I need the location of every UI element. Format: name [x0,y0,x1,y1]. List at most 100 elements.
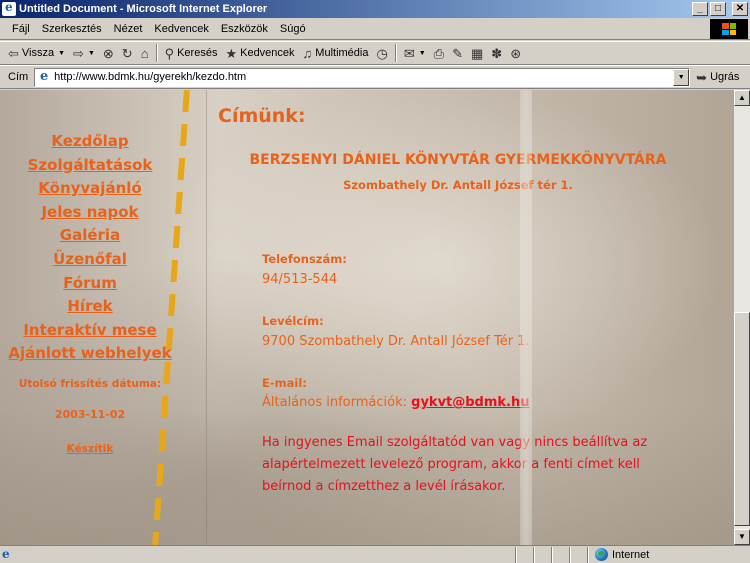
menu-help[interactable]: Súgó [274,23,312,35]
mail-dropdown-icon[interactable]: ▼ [419,50,426,57]
history-button[interactable]: ◷ [372,43,391,63]
search-icon: ⚲ [164,45,175,61]
nav-link-gallery[interactable]: Galéria [0,224,180,248]
status-privacy-pane [570,546,588,563]
menu-tools[interactable]: Eszközök [215,23,274,35]
nav-link-services[interactable]: Szolgáltatások [0,154,180,178]
research-button[interactable]: ⊛ [506,43,525,63]
nav-link-message-board[interactable]: Üzenőfal [0,248,180,272]
back-button[interactable]: ⇦ Vissza ▼ [4,43,69,63]
windows-flag-icon [722,23,736,35]
home-button[interactable]: ⌂ [137,43,153,63]
stop-button[interactable]: ⊗ [99,43,118,63]
background-column-divider [206,90,207,545]
toolbar-separator [394,44,397,62]
address-label: Cím [8,71,29,83]
forward-arrow-icon: ⇨ [73,45,84,61]
page-icon: e [40,69,49,84]
security-zone-label: Internet [612,548,650,561]
credits-link[interactable]: Készítik [0,441,180,457]
status-text-pane: e [0,546,516,563]
close-button[interactable]: ✕ [732,2,748,16]
vertical-scrollbar[interactable]: ▲ ▼ [734,90,750,545]
stop-icon: ⊗ [102,45,114,61]
last-updated-label: Utolsó frissítés dátuma: [18,377,162,390]
security-zone: Internet [588,546,650,563]
address-dropdown-icon[interactable]: ▼ [673,68,690,86]
scroll-down-button[interactable]: ▼ [734,529,750,545]
menu-edit[interactable]: Szerkesztés [36,23,108,35]
favorites-label: Kedvencek [240,47,295,59]
media-icon: ♫ [302,45,313,61]
refresh-icon: ↻ [121,45,133,61]
favorites-folder-icon: ★ [225,45,238,61]
windows-logo-throbber [710,19,748,39]
back-dropdown-icon[interactable]: ▼ [58,50,65,57]
title-bar: Untitled Document - Microsoft Internet E… [0,0,750,18]
menu-file[interactable]: Fájl [6,23,36,35]
email-info-prefix: Általános információk: [262,395,407,410]
menu-bar: Fájl Szerkesztés Nézet Kedvencek Eszközö… [0,18,750,40]
phone-label: Telefonszám: [262,252,347,266]
nav-link-forum[interactable]: Fórum [0,272,180,296]
scroll-up-button[interactable]: ▲ [734,90,750,106]
print-button[interactable]: ⎙ [430,43,448,63]
address-field[interactable]: e ▼ [34,67,691,87]
search-button[interactable]: ⚲ Keresés [161,43,222,63]
minimize-button[interactable]: _ [692,2,708,16]
nav-link-book-recommendations[interactable]: Könyvajánló [0,177,180,201]
favorites-button[interactable]: ★ Kedvencek [221,43,298,63]
url-input[interactable] [54,71,665,83]
edit-button[interactable]: ✎ [448,43,467,63]
email-notice: Ha ingyenes Email szolgáltatód van vagy … [262,435,648,494]
forward-button[interactable]: ⇨ ▼ [69,43,99,63]
search-label: Keresés [177,47,218,59]
internet-globe-icon [595,548,608,561]
status-bar: e Internet [0,545,750,563]
forward-dropdown-icon[interactable]: ▼ [88,50,95,57]
messenger-icon: ✽ [491,45,503,61]
last-updated-date: 2003-11-02 [54,407,126,421]
media-label: Multimédia [315,47,369,59]
window-controls: _ □ ✕ [692,2,748,16]
scroll-thumb[interactable] [734,312,750,526]
go-arrow-icon: ➥ [696,69,708,85]
print-icon: ⎙ [433,45,445,61]
media-button[interactable]: ♫ Multimédia [299,43,373,63]
status-progress-pane [516,546,534,563]
toolbar-separator [155,44,158,62]
address-bar: Cím e ▼ ➥ Ugrás [0,65,750,89]
go-label: Ugrás [710,71,740,83]
edit-icon: ✎ [452,45,463,61]
window-title: Untitled Document - Microsoft Internet E… [19,3,268,15]
email-label: E-mail: [262,376,307,390]
history-icon: ◷ [376,45,388,61]
email-info-line: Általános információk: gykvt@bdmk.hu [262,395,530,410]
ie-app-icon [2,0,16,16]
back-label: Vissza [21,47,55,59]
messenger-button[interactable]: ✽ [487,43,506,63]
email-link[interactable]: gykvt@bdmk.hu [411,395,529,410]
maximize-button[interactable]: □ [710,2,726,16]
menu-favorites[interactable]: Kedvencek [148,23,214,35]
research-icon: ⊛ [510,45,522,61]
nav-link-home[interactable]: Kezdőlap [0,130,180,154]
nav-link-interactive-tale[interactable]: Interaktív mese [0,319,180,343]
menu-view[interactable]: Nézet [108,23,149,35]
status-blocked-pane [552,546,570,563]
refresh-button[interactable]: ↻ [118,43,137,63]
nav-link-holidays[interactable]: Jeles napok [0,201,180,225]
mail-value: 9700 Szombathely Dr. Antall József Tér 1… [262,334,530,349]
discuss-icon: ▦ [470,45,484,61]
back-arrow-icon: ⇦ [8,45,19,61]
mail-icon: ✉ [403,45,415,61]
nav-link-news[interactable]: Hírek [0,295,180,319]
nav-link-recommended-sites[interactable]: Ajánlott webhelyek [0,342,180,366]
discuss-button[interactable]: ▦ [467,43,487,63]
mail-label: Levélcím: [262,314,324,328]
mail-button[interactable]: ✉ ▼ [400,43,430,63]
library-name: BERZSENYI DÁNIEL KÖNYVTÁR GYERMEKKÖNYVTÁ… [249,152,667,168]
status-lock-pane [534,546,552,563]
go-button[interactable]: ➥ Ugrás [696,71,739,84]
library-address: Szombathely Dr. Antall József tér 1. [343,178,573,192]
